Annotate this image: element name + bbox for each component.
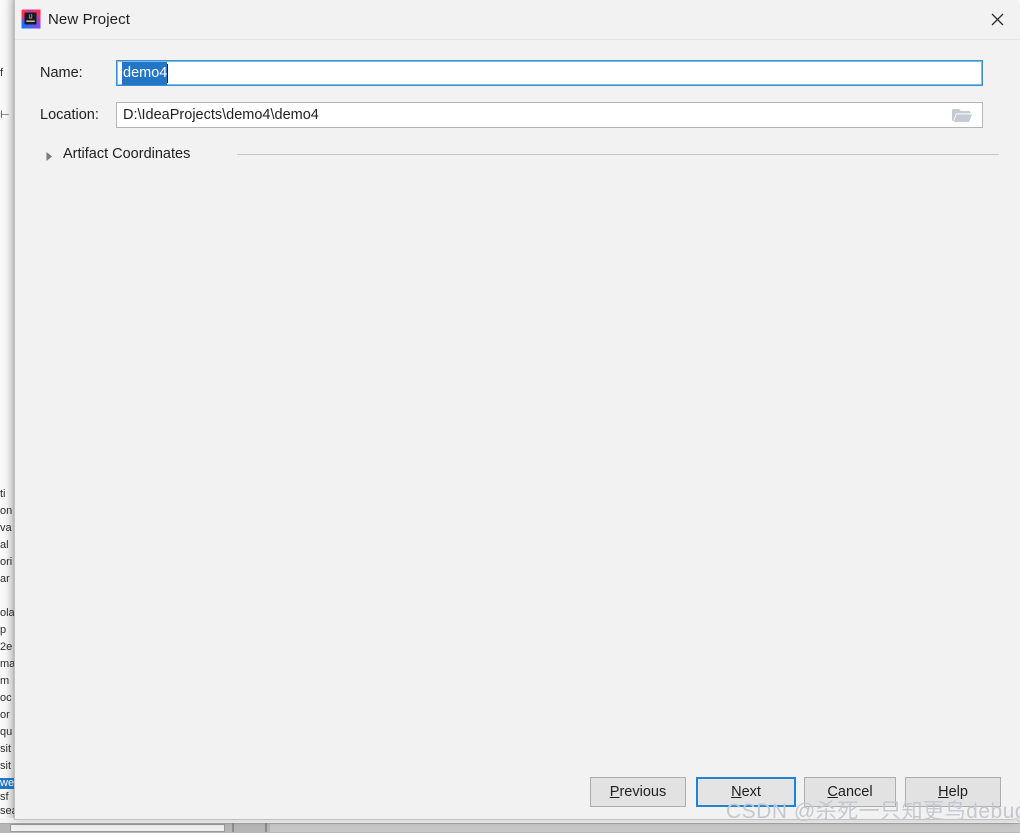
ide-background-text-fragment: ola (0, 608, 14, 619)
next-button[interactable]: Next (696, 777, 796, 807)
cancel-mnemonic: C (827, 784, 838, 800)
dialog-titlebar: IJ New Project (15, 0, 1020, 40)
previous-rest: revious (619, 784, 667, 800)
ide-background-text-fragment: al (0, 540, 9, 551)
horizontal-scrollbar-thumb-secondary[interactable] (270, 824, 1020, 832)
ide-background-text-fragment: ti (0, 489, 6, 500)
project-name-input[interactable] (116, 60, 983, 86)
ide-background-sidebar: f ⊢ ti on va al ori ar ola p 2e ma m oc or qu sit sit we sf… (0, 0, 14, 818)
ide-background-text-fragment: sea (0, 806, 14, 817)
next-rest: ext (741, 784, 761, 800)
name-row: Name: demo4 (15, 60, 1020, 86)
location-row: Location: D:\IdeaProjects\demo4\demo4 (15, 102, 1020, 128)
ide-background-text-fragment: qu (0, 727, 13, 738)
artifact-coordinates-section: Artifact Coordinates (15, 143, 1020, 165)
dialog-button-bar: Previous Next Cancel Help (15, 768, 1020, 814)
name-label: Name: (40, 65, 83, 81)
ide-background-text-fragment: f (0, 68, 4, 79)
new-project-dialog: IJ New Project Name: demo4 Location: D:\… (14, 0, 1020, 820)
svg-text:IJ: IJ (28, 14, 32, 20)
ide-background-text-fragment: m (0, 676, 10, 687)
previous-mnemonic: P (609, 784, 620, 800)
ide-background-text-fragment: on (0, 506, 13, 517)
cancel-button-label: Cancel (827, 784, 872, 800)
ide-background-text-fragment: sit (0, 744, 11, 755)
project-location-input[interactable] (116, 102, 983, 128)
horizontal-scrollbar-thumb[interactable] (10, 824, 225, 832)
artifact-coordinates-label: Artifact Coordinates (63, 146, 191, 162)
help-button-label: Help (938, 784, 968, 800)
cancel-rest: ancel (837, 784, 873, 800)
ide-background-text-fragment: ma (0, 659, 14, 670)
folder-icon[interactable] (942, 103, 982, 127)
ide-background-text-fragment: p (0, 625, 7, 636)
intellij-idea-icon: IJ (21, 9, 41, 29)
previous-button-label: Previous (610, 784, 666, 800)
next-button-label: Next (731, 784, 761, 800)
help-mnemonic: H (938, 784, 949, 800)
ide-background-text-fragment: 2e (0, 642, 13, 653)
cancel-button[interactable]: Cancel (804, 777, 896, 807)
ide-background-text-fragment: oc (0, 693, 12, 704)
help-rest: elp (948, 784, 968, 800)
ide-background-text-fragment: ori (0, 557, 13, 568)
ide-background-text-fragment: ar (0, 574, 10, 585)
ide-background-text-fragment: va (0, 523, 12, 534)
next-mnemonic: N (731, 784, 742, 800)
location-field-wrap: D:\IdeaProjects\demo4\demo4 (116, 102, 983, 128)
dialog-title: New Project (48, 11, 130, 28)
artifact-coordinates-toggle[interactable]: Artifact Coordinates (45, 143, 190, 165)
ide-background-text-fragment: sit (0, 761, 11, 772)
ide-background-text-fragment: we (0, 778, 14, 789)
scrollbar-divider (232, 823, 234, 832)
previous-button[interactable]: Previous (590, 777, 686, 807)
dialog-form-area: Name: demo4 Location: D:\IdeaProjects\de… (15, 39, 1020, 769)
scrollbar-divider (265, 823, 267, 832)
close-icon[interactable] (974, 0, 1020, 38)
name-field-wrap: demo4 (116, 60, 983, 86)
section-separator (237, 154, 999, 155)
chevron-right-icon (45, 149, 54, 161)
ide-background-text-fragment: or (0, 710, 10, 721)
help-button[interactable]: Help (905, 777, 1001, 807)
location-label: Location: (40, 107, 99, 123)
ide-background-text-fragment: sf (0, 792, 9, 803)
ide-background-text-fragment: ⊢ (0, 110, 10, 121)
